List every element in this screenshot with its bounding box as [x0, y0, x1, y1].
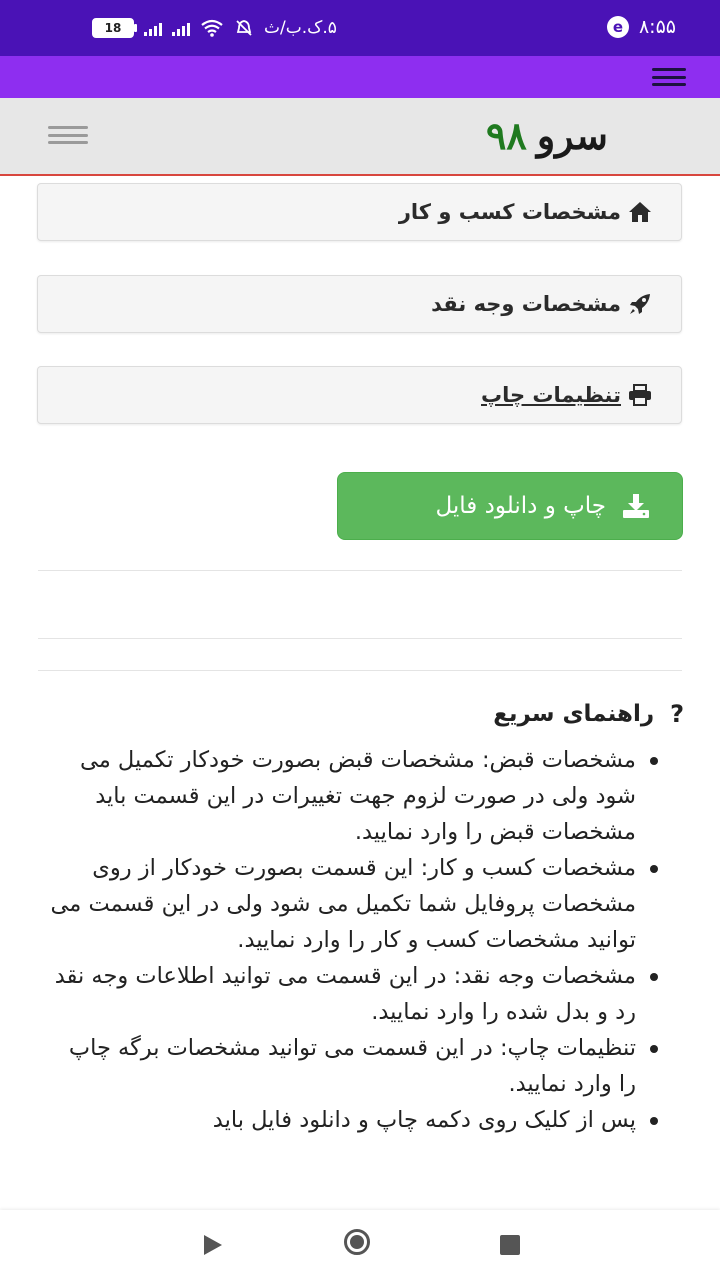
status-icons: 18 ۵.ک.ب/ث [92, 18, 337, 38]
divider [38, 570, 682, 571]
app-bar [0, 56, 720, 98]
guide-item: مشخصات وجه نقد: در این قسمت می توانید اط… [46, 958, 658, 1030]
signal-icon [144, 20, 162, 36]
panel-label: تنظیمات چاپ [481, 383, 621, 407]
download-icon [620, 492, 652, 520]
rocket-icon [627, 292, 653, 316]
panel-cash-details[interactable]: مشخصات وجه نقد [37, 275, 682, 333]
navigation-bar [0, 1210, 720, 1280]
status-right: e ۸:۵۵ [606, 16, 676, 38]
guide-item: تنظیمات چاپ: در این قسمت می توانید مشخصا… [46, 1030, 658, 1102]
app-notification-icon: e [606, 16, 629, 38]
panel-label: مشخصات وجه نقد [431, 292, 621, 316]
divider [38, 670, 682, 671]
divider [38, 638, 682, 639]
guide-item: پس از کلیک روی دکمه چاپ و دانلود فایل با… [46, 1102, 658, 1138]
print-download-button[interactable]: چاپ و دانلود فایل [337, 472, 683, 540]
question-icon: ? [670, 700, 684, 728]
guide-title: ? راهنمای سریع [493, 700, 684, 728]
guide-title-text: راهنمای سریع [493, 701, 655, 727]
panel-business-details[interactable]: مشخصات کسب و کار [37, 183, 682, 241]
logo-text: سرو [536, 113, 608, 158]
battery-icon: 18 [92, 18, 137, 38]
home-circle-icon[interactable] [344, 1229, 370, 1255]
print-download-label: چاپ و دانلود فایل [435, 493, 606, 519]
date-text: ۵.ک.ب/ث [264, 18, 337, 38]
site-header: سرو۹۸ [0, 98, 720, 176]
home-icon [627, 200, 653, 224]
panel-label: مشخصات کسب و کار [398, 200, 621, 224]
site-logo[interactable]: سرو۹۸ [486, 116, 608, 156]
printer-icon [627, 383, 653, 407]
logo-number: ۹۸ [486, 113, 527, 158]
guide-item: مشخصات کسب و کار: این قسمت بصورت خودکار … [46, 850, 658, 958]
guide-list: مشخصات قبض: مشخصات قبض بصورت خودکار تکمی… [46, 742, 658, 1138]
recents-icon[interactable] [500, 1235, 520, 1255]
panel-print-settings[interactable]: تنظیمات چاپ [37, 366, 682, 424]
clock: ۸:۵۵ [638, 16, 676, 38]
mute-icon [236, 20, 252, 36]
wifi-icon [201, 19, 223, 37]
site-menu-icon[interactable] [48, 126, 88, 144]
back-icon[interactable] [204, 1235, 222, 1255]
guide-item: مشخصات قبض: مشخصات قبض بصورت خودکار تکمی… [46, 742, 658, 850]
status-bar: 18 ۵.ک.ب/ث e ۸:۵۵ [0, 0, 720, 56]
signal-icon-2 [172, 20, 190, 36]
hamburger-icon[interactable] [652, 68, 686, 86]
